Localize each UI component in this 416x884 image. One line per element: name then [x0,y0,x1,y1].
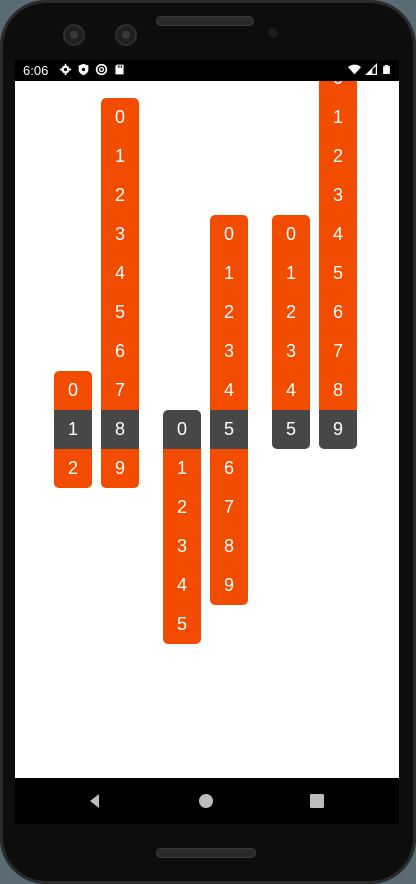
picker-digit[interactable]: 2 [54,449,92,488]
picker-digit[interactable]: 7 [210,488,248,527]
picker-digit[interactable]: 6 [210,449,248,488]
picker-digit[interactable]: 5 [163,605,201,644]
picker-column-4[interactable]: 0123456789 [210,215,248,605]
home-icon[interactable] [198,793,214,809]
picker-digit[interactable]: 4 [163,566,201,605]
picker-column-1[interactable]: 012 [54,371,92,488]
gear-icon [59,63,72,76]
wifi-icon [348,64,361,75]
picker-digit-selected[interactable]: 9 [319,410,357,449]
bottom-speaker [156,848,256,858]
signal-icon [365,63,377,75]
picker-digit-selected[interactable]: 1 [54,410,92,449]
picker-digit[interactable]: 1 [319,98,357,137]
picker-digit[interactable]: 2 [319,137,357,176]
back-icon[interactable] [87,793,103,809]
front-sensor-icon [115,24,137,46]
proximity-sensor [268,28,278,38]
earpiece-speaker [156,16,254,26]
picker-digit[interactable]: 3 [272,332,310,371]
status-time: 6:06 [23,63,49,78]
picker-digit-selected[interactable]: 5 [210,410,248,449]
picker-digit[interactable]: 3 [101,215,139,254]
picker-digit[interactable]: 0 [54,371,92,410]
battery-icon [383,65,390,74]
picker-digit[interactable]: 0 [319,81,357,98]
picker-digit[interactable]: 4 [101,254,139,293]
picker-digit[interactable]: 5 [101,293,139,332]
picker-digit[interactable]: 7 [319,332,357,371]
sync-icon [95,63,108,76]
picker-digit[interactable]: 5 [319,254,357,293]
picker-digit[interactable]: 7 [101,371,139,410]
shield-icon [78,63,89,76]
picker-column-5[interactable]: 012345 [272,215,310,449]
picker-digit[interactable]: 3 [210,332,248,371]
picker-digit[interactable]: 3 [319,176,357,215]
picker-column-2[interactable]: 0123456789 [101,98,139,488]
picker-column-3[interactable]: 012345 [163,410,201,644]
picker-digit[interactable]: 3 [163,527,201,566]
picker-digit[interactable]: 4 [319,215,357,254]
picker-digit[interactable]: 6 [319,293,357,332]
picker-digit[interactable]: 8 [210,527,248,566]
picker-digit[interactable]: 9 [101,449,139,488]
picker-digit[interactable]: 0 [272,215,310,254]
sd-card-icon [115,64,124,75]
phone-frame: 6:06 0 1 2 0 1 2 3 4 5 6 7 8 9 0 1 2 3 4… [0,0,416,884]
picker-digit-selected[interactable]: 5 [272,410,310,449]
status-system-icons [348,62,391,77]
app-screen: 0120123456789012345012345678901234501234… [15,81,399,778]
picker-digit[interactable]: 4 [272,371,310,410]
picker-digit[interactable]: 6 [101,332,139,371]
picker-digit[interactable]: 0 [101,98,139,137]
picker-column-6[interactable]: 0123456789 [319,81,357,449]
recents-icon[interactable] [309,793,325,809]
picker-digit[interactable]: 1 [210,254,248,293]
picker-digit[interactable]: 1 [101,137,139,176]
picker-digit[interactable]: 8 [319,371,357,410]
picker-digit[interactable]: 2 [101,176,139,215]
picker-digit[interactable]: 1 [163,449,201,488]
picker-digit-selected[interactable]: 0 [163,410,201,449]
picker-digit[interactable]: 2 [163,488,201,527]
status-bar: 6:06 [15,60,399,81]
picker-digit[interactable]: 2 [210,293,248,332]
picker-digit-selected[interactable]: 8 [101,410,139,449]
picker-digit[interactable]: 9 [210,566,248,605]
picker-digit[interactable]: 0 [210,215,248,254]
navigation-bar [15,778,399,824]
picker-digit[interactable]: 2 [272,293,310,332]
picker-digit[interactable]: 1 [272,254,310,293]
front-camera-icon [63,24,85,46]
status-notification-icons [59,62,126,77]
picker-digit[interactable]: 4 [210,371,248,410]
